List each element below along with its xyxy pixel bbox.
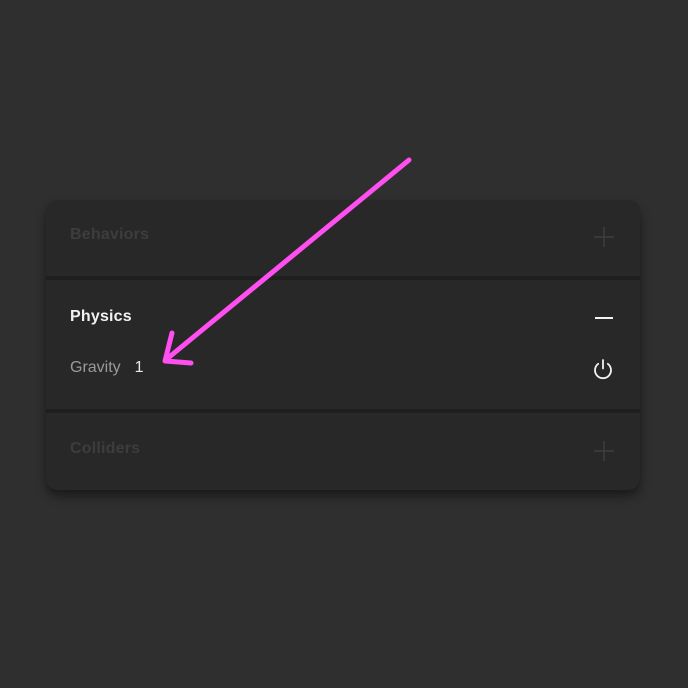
plus-icon[interactable]	[591, 224, 617, 250]
canvas: Behaviors Physics Gravity 1 Colliders	[0, 0, 688, 688]
section-title-behaviors[interactable]: Behaviors	[70, 226, 149, 244]
power-icon[interactable]	[591, 357, 615, 381]
gravity-label: Gravity	[70, 359, 121, 376]
section-behaviors: Behaviors	[46, 200, 640, 276]
inspector-panel: Behaviors Physics Gravity 1 Colliders	[46, 200, 640, 490]
gravity-value[interactable]: 1	[133, 359, 146, 377]
plus-icon[interactable]	[591, 438, 617, 464]
property-row-gravity: Gravity 1	[70, 357, 146, 379]
section-physics: Physics Gravity 1	[46, 280, 640, 409]
minus-icon[interactable]	[591, 305, 617, 331]
section-colliders: Colliders	[46, 413, 640, 490]
section-title-colliders[interactable]: Colliders	[70, 440, 140, 458]
section-title-physics[interactable]: Physics	[70, 308, 132, 326]
